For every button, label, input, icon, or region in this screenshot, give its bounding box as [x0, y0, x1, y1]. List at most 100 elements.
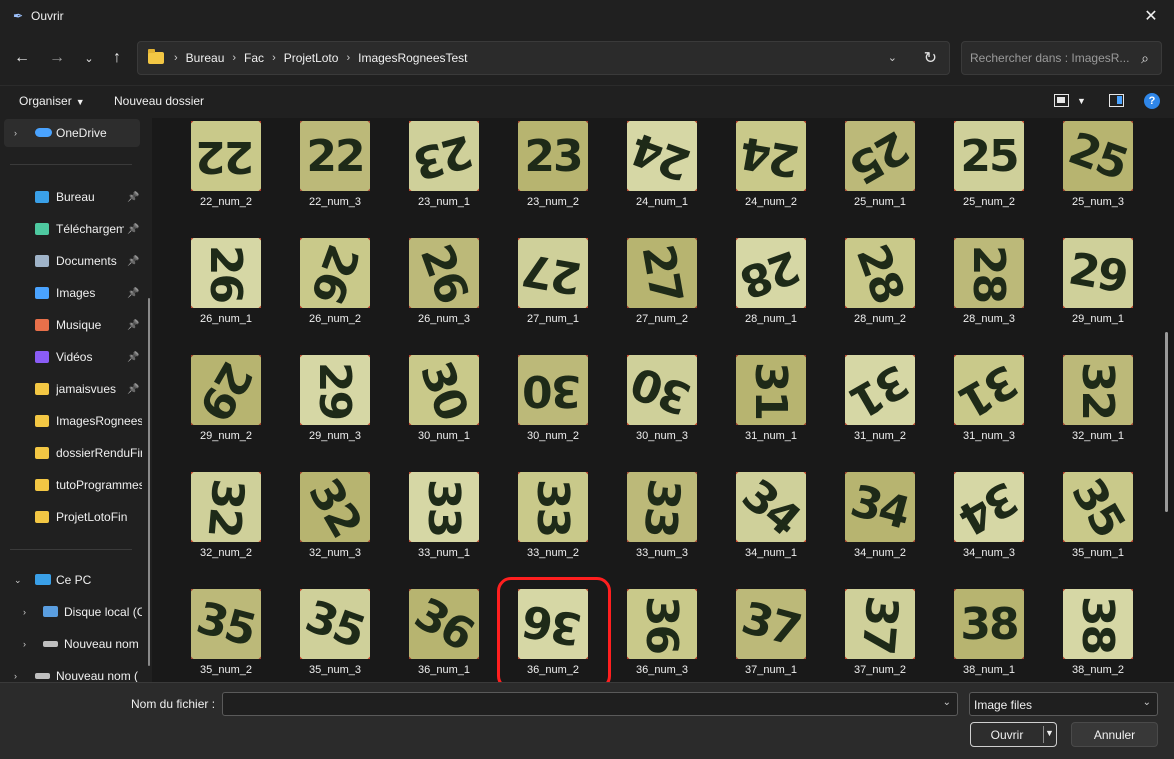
- file-item[interactable]: 22 22_num_2: [176, 118, 276, 212]
- file-item[interactable]: 33 33_num_2: [503, 469, 603, 563]
- filename-input[interactable]: [223, 693, 923, 715]
- forward-arrow-icon[interactable]: →: [44, 45, 70, 71]
- breadcrumb-imagesrogneestest[interactable]: ImagesRogneesTest: [358, 51, 467, 65]
- file-item[interactable]: 22 22_num_3: [285, 118, 385, 212]
- sidebar-item-musique[interactable]: Musique 📌: [0, 311, 150, 339]
- back-arrow-icon[interactable]: ←: [9, 45, 35, 71]
- file-item[interactable]: 26 26_num_3: [394, 235, 494, 329]
- file-item[interactable]: 29 29_num_2: [176, 352, 276, 446]
- search-icon[interactable]: ⌕: [1141, 50, 1149, 67]
- sidebar-item-projetlotofin[interactable]: ProjetLotoFin: [0, 503, 150, 531]
- expand-chevron-icon[interactable]: ›: [23, 607, 26, 617]
- chevron-right-icon[interactable]: ›: [272, 52, 276, 64]
- breadcrumb-fac[interactable]: Fac: [244, 51, 264, 65]
- file-item[interactable]: 36 36_num_1: [394, 586, 494, 680]
- file-item[interactable]: 25 25_num_2: [939, 118, 1039, 212]
- file-item[interactable]: 34 34_num_1: [721, 469, 821, 563]
- file-item[interactable]: 38 38_num_2: [1048, 586, 1148, 680]
- sidebar-item-documents[interactable]: Documents 📌: [0, 247, 150, 275]
- file-item[interactable]: 27 27_num_2: [612, 235, 712, 329]
- file-item[interactable]: 30 30_num_1: [394, 352, 494, 446]
- recent-locations-chevron-icon[interactable]: ⌄: [76, 45, 102, 71]
- file-item[interactable]: 26 26_num_1: [176, 235, 276, 329]
- address-history-chevron-icon[interactable]: ⌄: [888, 51, 897, 64]
- open-options-chevron-icon[interactable]: ▼: [1045, 728, 1054, 738]
- filetype-select[interactable]: Image files ⌄: [969, 692, 1158, 716]
- sidebar-item-images[interactable]: Images 📌: [0, 279, 150, 307]
- help-icon[interactable]: ?: [1144, 93, 1160, 109]
- sidebar-item-onedrive[interactable]: › OneDrive: [4, 119, 140, 147]
- file-item[interactable]: 36 36_num_2: [503, 586, 603, 680]
- sidebar-scrollbar[interactable]: [148, 298, 150, 666]
- search-box[interactable]: ⌕: [961, 41, 1162, 75]
- chevron-right-icon[interactable]: ›: [174, 52, 178, 64]
- preview-pane-icon[interactable]: [1109, 94, 1124, 107]
- file-item[interactable]: 30 30_num_2: [503, 352, 603, 446]
- file-item[interactable]: 38 38_num_1: [939, 586, 1039, 680]
- file-item[interactable]: 28 28_num_3: [939, 235, 1039, 329]
- organize-menu-button[interactable]: Organiser ▼: [19, 94, 85, 108]
- sidebar-item-tutoprogrammes[interactable]: tutoProgrammes: [0, 471, 150, 499]
- sidebar-item-dossierrendufinal[interactable]: dossierRenduFinal: [0, 439, 150, 467]
- sidebar-item-téléchargements[interactable]: Téléchargements📌: [0, 215, 150, 243]
- expand-chevron-icon[interactable]: ›: [14, 128, 17, 138]
- chevron-right-icon[interactable]: ›: [346, 52, 350, 64]
- file-item[interactable]: 35 35_num_3: [285, 586, 385, 680]
- sidebar-item-vidéos[interactable]: Vidéos 📌: [0, 343, 150, 371]
- file-item[interactable]: 25 25_num_1: [830, 118, 930, 212]
- chevron-down-icon[interactable]: ⌄: [943, 697, 951, 708]
- sidebar-item-drive[interactable]: › Nouveau nom: [0, 630, 150, 658]
- file-item[interactable]: 33 33_num_1: [394, 469, 494, 563]
- file-item[interactable]: 34 34_num_3: [939, 469, 1039, 563]
- file-item[interactable]: 31 31_num_1: [721, 352, 821, 446]
- file-item[interactable]: 32 32_num_3: [285, 469, 385, 563]
- sidebar-item-jamaisvues[interactable]: jamaisvues 📌: [0, 375, 150, 403]
- file-view-scrollbar[interactable]: [1165, 332, 1168, 512]
- filename-combobox[interactable]: ⌄: [222, 692, 958, 716]
- file-item[interactable]: 31 31_num_3: [939, 352, 1039, 446]
- sidebar-item-local-disk[interactable]: › Disque local (C:): [0, 598, 150, 626]
- file-item[interactable]: 33 33_num_3: [612, 469, 712, 563]
- sidebar-item-drive[interactable]: › Nouveau nom (: [0, 662, 150, 682]
- expand-chevron-icon[interactable]: ›: [23, 639, 26, 649]
- open-button[interactable]: Ouvrir ▼: [970, 722, 1057, 747]
- file-item[interactable]: 26 26_num_2: [285, 235, 385, 329]
- file-item[interactable]: 24 24_num_2: [721, 118, 821, 212]
- expand-chevron-icon[interactable]: ›: [14, 671, 17, 681]
- file-item[interactable]: 36 36_num_3: [612, 586, 712, 680]
- new-folder-button[interactable]: Nouveau dossier: [114, 94, 204, 108]
- file-item[interactable]: 23 23_num_1: [394, 118, 494, 212]
- close-icon[interactable]: ✕: [1128, 0, 1174, 32]
- sidebar-item-this-pc[interactable]: ⌄ Ce PC: [0, 566, 150, 594]
- cancel-button[interactable]: Annuler: [1071, 722, 1158, 747]
- file-item[interactable]: 35 35_num_1: [1048, 469, 1148, 563]
- file-item[interactable]: 37 37_num_2: [830, 586, 930, 680]
- file-item[interactable]: 29 29_num_1: [1048, 235, 1148, 329]
- address-bar[interactable]: › Bureau › Fac › ProjetLoto › ImagesRogn…: [137, 41, 950, 75]
- sidebar-item-imagesrogneestest[interactable]: ImagesRogneesTest: [0, 407, 150, 435]
- file-item[interactable]: 28 28_num_1: [721, 235, 821, 329]
- breadcrumb-bureau[interactable]: Bureau: [186, 51, 225, 65]
- file-item[interactable]: 37 37_num_1: [721, 586, 821, 680]
- file-item[interactable]: 23 23_num_2: [503, 118, 603, 212]
- file-item[interactable]: 32 32_num_2: [176, 469, 276, 563]
- file-item[interactable]: 32 32_num_1: [1048, 352, 1148, 446]
- search-input[interactable]: [962, 42, 1132, 74]
- chevron-right-icon[interactable]: ›: [232, 52, 236, 64]
- up-arrow-icon[interactable]: ↑: [104, 45, 130, 71]
- file-item[interactable]: 29 29_num_3: [285, 352, 385, 446]
- file-item[interactable]: 28 28_num_2: [830, 235, 930, 329]
- refresh-icon[interactable]: ↻: [924, 48, 937, 68]
- file-item[interactable]: 31 31_num_2: [830, 352, 930, 446]
- change-view-icon[interactable]: [1054, 94, 1069, 107]
- file-item[interactable]: 34 34_num_2: [830, 469, 930, 563]
- file-item[interactable]: 30 30_num_3: [612, 352, 712, 446]
- breadcrumb-projetloto[interactable]: ProjetLoto: [284, 51, 339, 65]
- file-item[interactable]: 25 25_num_3: [1048, 118, 1148, 212]
- collapse-chevron-icon[interactable]: ⌄: [14, 575, 22, 586]
- file-item[interactable]: 27 27_num_1: [503, 235, 603, 329]
- sidebar-item-bureau[interactable]: Bureau 📌: [0, 183, 150, 211]
- file-item[interactable]: 24 24_num_1: [612, 118, 712, 212]
- file-item[interactable]: 35 35_num_2: [176, 586, 276, 680]
- view-options-chevron-icon[interactable]: ▼: [1077, 96, 1086, 106]
